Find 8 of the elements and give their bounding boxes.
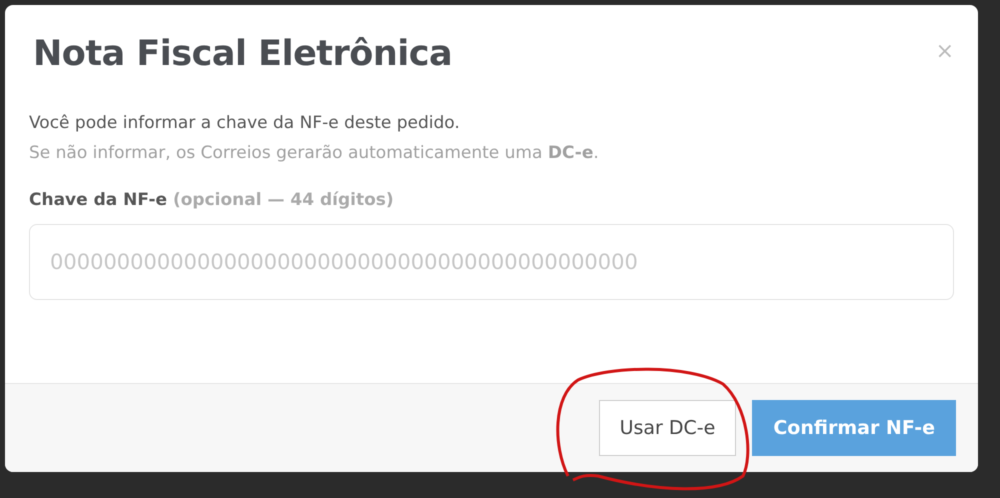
hint-text: Se não informar, os Correios gerarão automaticamente uma DC-e. xyxy=(29,142,600,164)
use-dce-button[interactable]: Usar DC-e xyxy=(598,400,736,456)
nfe-key-field[interactable]: 00000000000000000000000000000000000000000000 xyxy=(29,224,954,300)
confirm-button[interactable]: Confirmar NF-e xyxy=(752,400,956,456)
close-button[interactable]: × xyxy=(936,33,954,63)
intro-text: Você pode informar a chave da NF-e deste pedido. xyxy=(29,112,461,135)
modal-title: Nota Fiscal Eletrônica xyxy=(33,33,452,75)
field-label: Chave da NF-e (opcional — 44 dígitos) xyxy=(29,189,395,212)
